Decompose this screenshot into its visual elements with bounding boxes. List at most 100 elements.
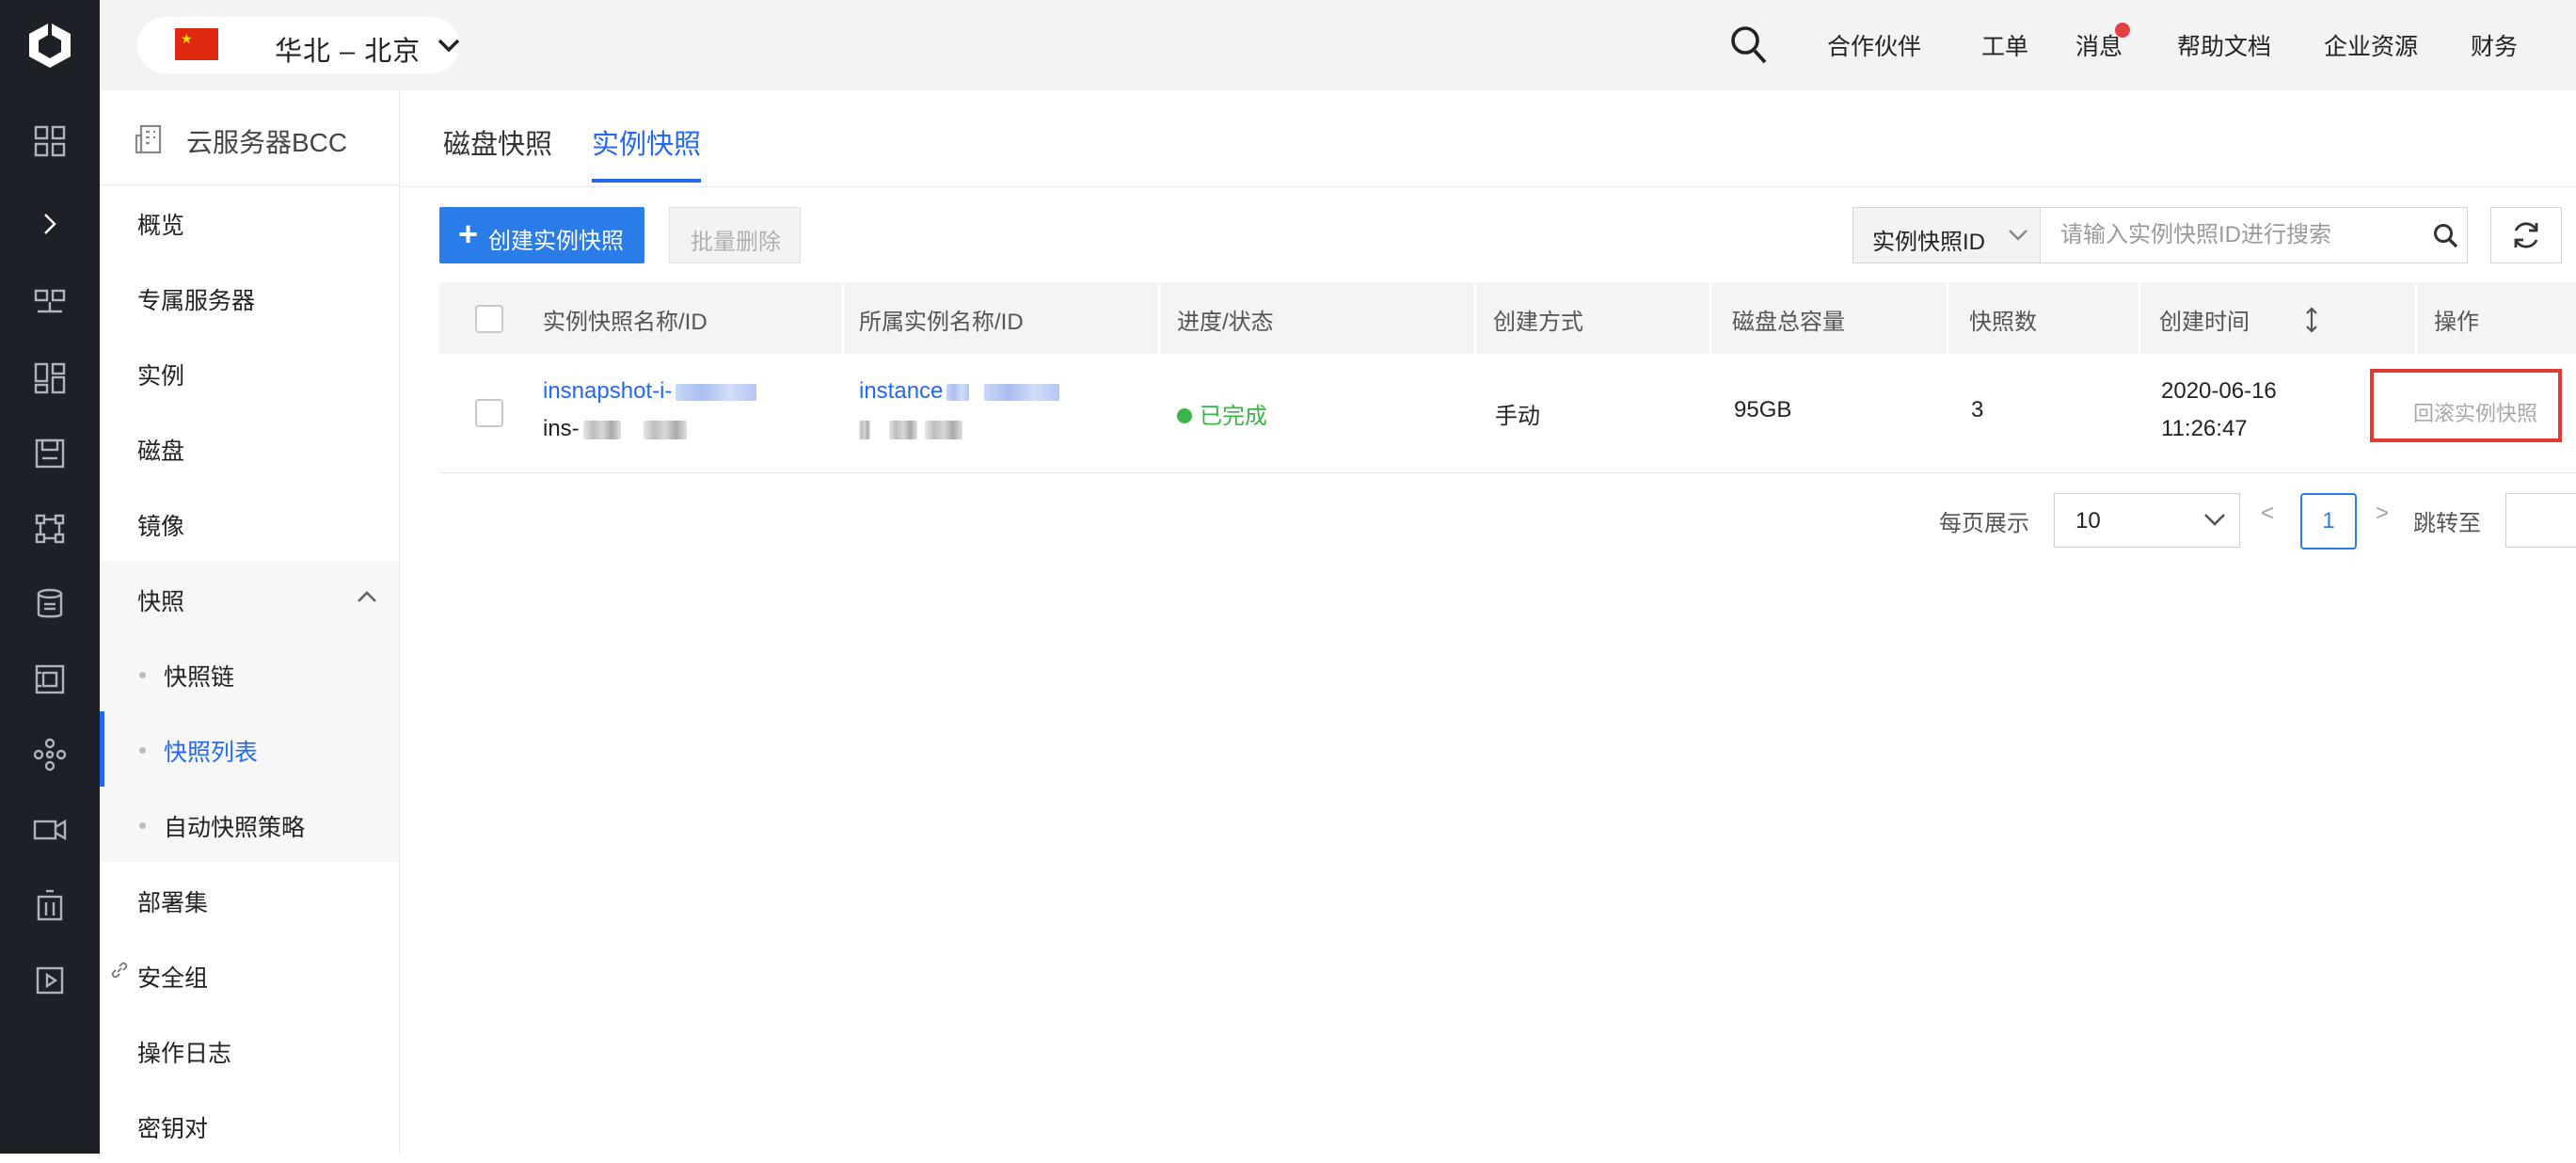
snapshot-count: 3 [1971, 397, 1984, 422]
media-play-icon[interactable] [0, 943, 100, 1018]
redacted-text [676, 383, 757, 401]
redacted-text [984, 383, 1060, 401]
video-icon[interactable] [0, 792, 100, 868]
instance-id [859, 416, 962, 442]
search-field-select[interactable]: 实例快照ID [1853, 208, 2041, 263]
redacted-text [889, 420, 917, 439]
search-bar: 实例快照ID [1852, 207, 2468, 263]
sidebar-item-snapshot[interactable]: 快照 [100, 561, 399, 636]
jump-to-label: 跳转至 [2413, 511, 2481, 536]
tab-instance-snapshot-label: 实例快照 [592, 130, 702, 160]
sidebar-sub-auto-snapshot-policy[interactable]: 自动快照策略 [100, 787, 399, 862]
next-page-button[interactable]: > [2376, 501, 2389, 527]
notification-badge [2115, 23, 2130, 38]
dashboard-icon[interactable] [0, 341, 100, 416]
snapshot-id: ins- [543, 416, 687, 442]
batch-delete-button[interactable]: 批量删除 [669, 207, 801, 263]
refresh-button[interactable] [2490, 207, 2562, 263]
status-success-dot [1177, 407, 1192, 423]
nav-enterprise-resources[interactable]: 企业资源 [2324, 28, 2418, 62]
product-header: 云服务器BCC [100, 90, 399, 185]
sidebar-item-image[interactable]: 镜像 [100, 486, 399, 561]
sidebar-item-disk[interactable]: 磁盘 [100, 410, 399, 486]
chevron-down-icon [2204, 514, 2225, 526]
expand-chevron-icon[interactable] [0, 186, 100, 262]
main-content: 磁盘快照 实例快照 + 创建实例快照 批量删除 实例快照ID 实例快照名称/ID… [400, 90, 2576, 1154]
storage-icon[interactable] [0, 416, 100, 491]
sidebar-item-security-group[interactable]: 安全组 [100, 937, 399, 1012]
create-method: 手动 [1495, 404, 1540, 429]
created-date: 2020-06-16 [2161, 378, 2277, 404]
redacted-text [925, 420, 962, 439]
sidebar-item-operation-log[interactable]: 操作日志 [100, 1012, 399, 1088]
chevron-down-icon [437, 39, 460, 53]
compute-icon[interactable] [0, 265, 100, 341]
instance-name-link[interactable]: instance [859, 378, 1060, 405]
sidebar-sub-snapshot-chain[interactable]: 快照链 [100, 636, 399, 711]
table-header: 实例快照名称/ID 所属实例名称/ID 进度/状态 创建方式 磁盘总容量 快照数… [439, 282, 2576, 354]
tab-disk-snapshot[interactable]: 磁盘快照 [443, 122, 552, 162]
disk-size: 95GB [1734, 397, 1792, 422]
chevron-up-icon [358, 591, 376, 602]
nav-finance[interactable]: 财务 [2471, 28, 2518, 62]
refresh-icon [2514, 222, 2538, 248]
baidu-cloud-logo[interactable] [0, 0, 100, 90]
building-icon[interactable] [0, 868, 100, 943]
database-icon[interactable] [0, 566, 100, 642]
page-1-button[interactable]: 1 [2300, 493, 2357, 550]
bcc-server-icon [135, 124, 162, 154]
redacted-text [582, 420, 621, 439]
grid-menu-icon[interactable] [0, 104, 100, 179]
sidebar-item-key-pair[interactable]: 密钥对 [100, 1088, 399, 1163]
per-page-label: 每页展示 [1939, 511, 2029, 536]
jump-page-input[interactable] [2505, 493, 2576, 548]
chevron-down-icon [2009, 230, 2027, 241]
col-progress-status: 进度/状态 [1177, 310, 1274, 335]
prev-page-button[interactable]: < [2261, 501, 2274, 527]
snapshot-name-link[interactable]: insnapshot-i- [543, 378, 757, 405]
status-badge: 已完成 [1177, 397, 1267, 430]
sidebar-sub-snapshot-list[interactable]: 快照列表 [100, 711, 399, 787]
created-time: 11:26:47 [2161, 416, 2248, 441]
china-flag-icon: ★ [175, 28, 218, 60]
sidebar-item-dedicated-server[interactable]: 专属服务器 [100, 260, 399, 335]
col-create-method: 创建方式 [1493, 310, 1583, 335]
nav-help-docs[interactable]: 帮助文档 [2177, 28, 2271, 62]
nav-tickets[interactable]: 工单 [1981, 28, 2028, 62]
product-title: 云服务器BCC [186, 128, 348, 157]
select-all-checkbox[interactable] [475, 305, 503, 333]
sidebar-item-deployment-set[interactable]: 部署集 [100, 862, 399, 937]
sidebar-item-instance[interactable]: 实例 [100, 335, 399, 410]
region-selector[interactable]: ★ 华北 – 北京 [137, 17, 460, 73]
sidebar-item-overview[interactable]: 概览 [100, 184, 399, 260]
active-tab-underline [592, 179, 702, 183]
rollback-snapshot-link[interactable]: 回滚实例快照 [2413, 397, 2537, 427]
row-checkbox[interactable] [475, 399, 503, 427]
product-sidebar: 云服务器BCC 概览 专属服务器 实例 磁盘 镜像 快照 快照链 快照列表 自动… [100, 90, 400, 1154]
per-page-select[interactable]: 10 [2054, 493, 2240, 548]
network-icon[interactable] [0, 491, 100, 566]
global-nav-rail [0, 0, 100, 1154]
redacted-text [946, 383, 970, 401]
highlight-box: 回滚实例快照 [2370, 369, 2562, 442]
col-instance-name: 所属实例名称/ID [859, 310, 1024, 335]
top-bar: ★ 华北 – 北京 合作伙伴 工单 消息 帮助文档 企业资源 财务 [100, 0, 2576, 91]
col-snapshot-name: 实例快照名称/ID [543, 310, 708, 335]
nav-partners[interactable]: 合作伙伴 [1827, 28, 1921, 62]
tab-instance-snapshot[interactable]: 实例快照 [592, 122, 702, 183]
container-icon[interactable] [0, 642, 100, 717]
search-icon[interactable] [2433, 223, 2459, 249]
search-input[interactable] [2040, 208, 2418, 263]
sort-icon[interactable] [2304, 307, 2319, 333]
col-disk-size: 磁盘总容量 [1732, 310, 1845, 335]
redacted-text [859, 420, 870, 439]
col-actions: 操作 [2434, 310, 2479, 335]
region-label: 华北 – 北京 [275, 37, 421, 67]
create-instance-snapshot-button[interactable]: + 创建实例快照 [439, 207, 644, 263]
col-snapshot-count: 快照数 [1969, 310, 2037, 335]
plus-icon: + [458, 215, 479, 253]
col-created-time: 创建时间 [2159, 310, 2250, 335]
snapshot-tabs: 磁盘快照 实例快照 [400, 90, 2576, 187]
ai-service-icon[interactable] [0, 717, 100, 792]
search-icon[interactable] [1729, 24, 1769, 66]
